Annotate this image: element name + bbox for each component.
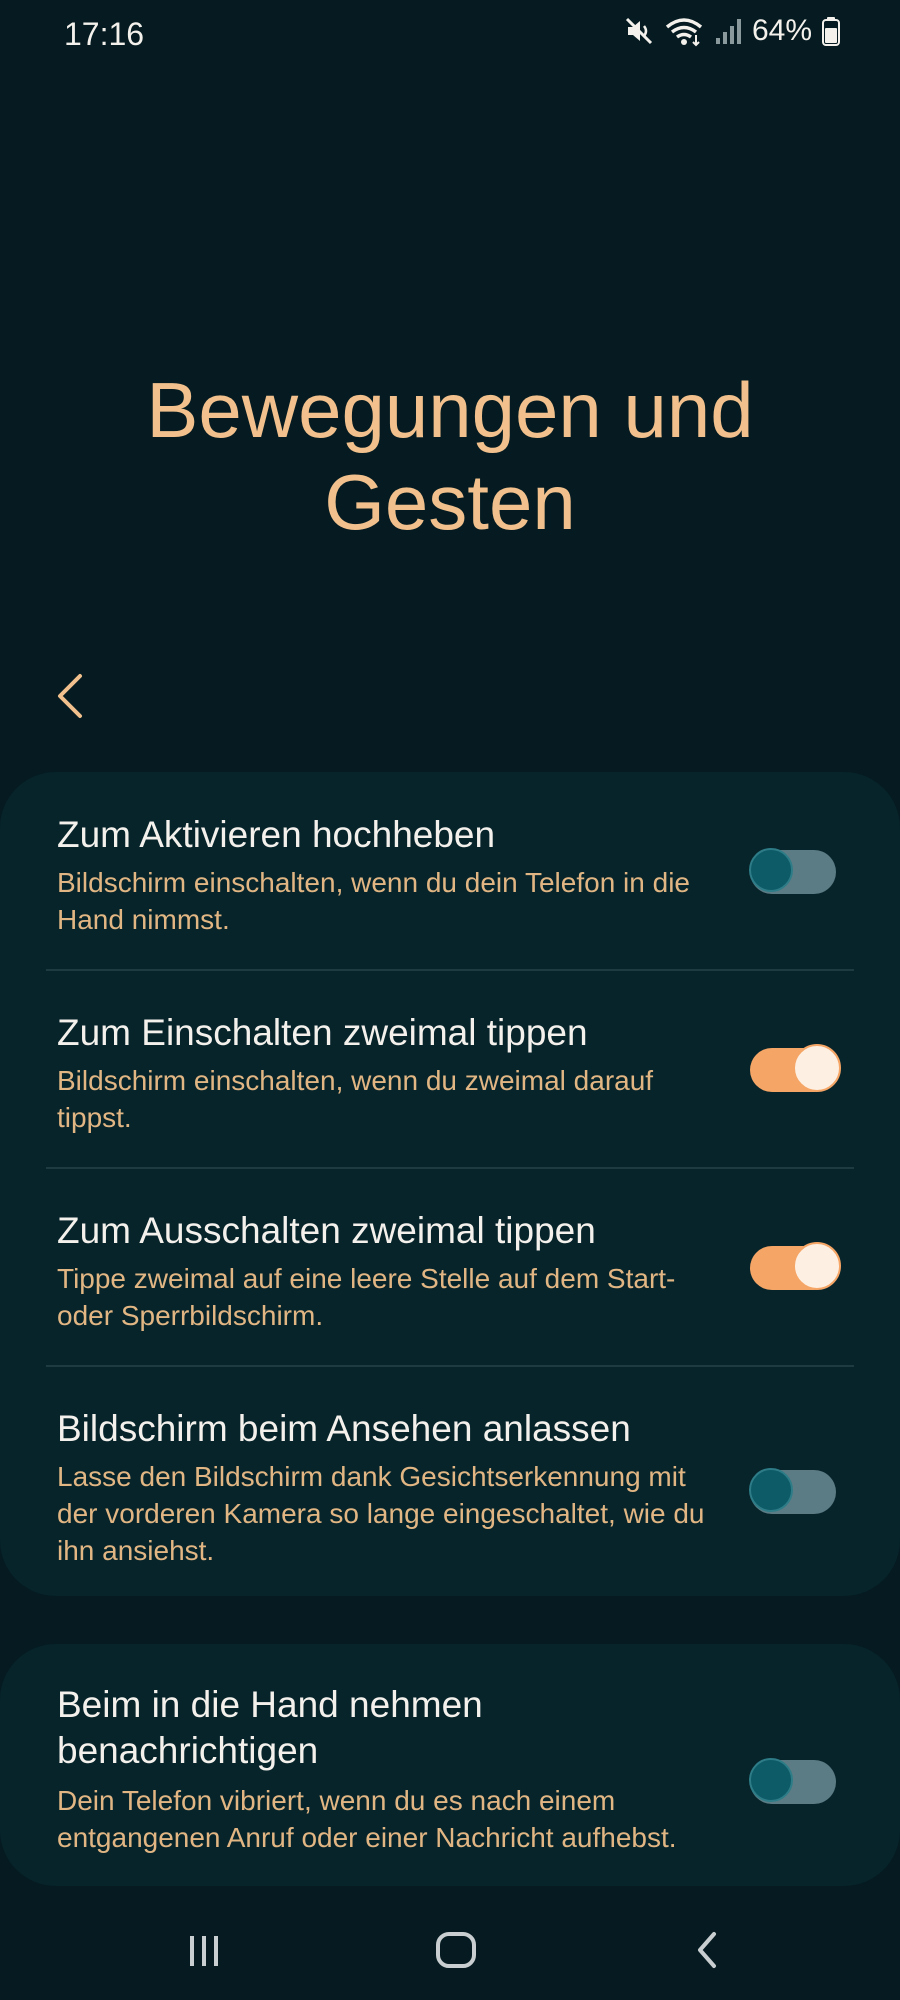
- recent-apps-icon: [190, 1936, 218, 1966]
- setting-description: Dein Telefon vibriert, wenn du es nach e…: [57, 1785, 677, 1853]
- back-nav-button[interactable]: [678, 1920, 738, 1980]
- setting-title: Beim in die Hand nehmen benachrichtigen: [57, 1684, 483, 1771]
- toggle-switch[interactable]: [749, 1468, 836, 1514]
- setting-title: Bildschirm beim Ansehen anlassen: [57, 1408, 631, 1449]
- mute-icon: [624, 16, 654, 46]
- setting-row-double-tap-on[interactable]: Zum Einschalten zweimal tippen Bildschir…: [0, 970, 900, 1168]
- settings-card-2: Beim in die Hand nehmen benachrichtigen …: [0, 1644, 900, 1886]
- recent-apps-button[interactable]: [174, 1920, 234, 1980]
- setting-row-pickup-alert[interactable]: Beim in die Hand nehmen benachrichtigen …: [0, 1644, 900, 1886]
- wifi-icon: [664, 15, 704, 47]
- status-icons: 64%: [624, 14, 840, 48]
- settings-card: Zum Aktivieren hochheben Bildschirm eins…: [0, 772, 900, 1596]
- toggle-switch[interactable]: [749, 1758, 836, 1804]
- page-title: Bewegungen und Gesten: [146, 366, 754, 547]
- toggle-knob: [749, 848, 793, 892]
- toggle-knob: [749, 1468, 793, 1512]
- toggle-switch[interactable]: [750, 1242, 841, 1290]
- setting-row-lift-to-wake[interactable]: Zum Aktivieren hochheben Bildschirm eins…: [0, 772, 900, 970]
- setting-description: Tippe zweimal auf eine leere Stelle auf …: [57, 1263, 676, 1331]
- signal-icon: [714, 16, 742, 46]
- navigation-bar: [0, 1900, 900, 2000]
- battery-percentage: 64%: [751, 14, 812, 47]
- toggle-knob: [793, 1242, 841, 1290]
- setting-title: Zum Ausschalten zweimal tippen: [57, 1210, 596, 1251]
- status-time: 17:16: [64, 16, 145, 52]
- setting-description: Bildschirm einschalten, wenn du zweimal …: [57, 1065, 654, 1133]
- toggle-knob: [793, 1044, 841, 1092]
- toggle-switch[interactable]: [749, 848, 836, 894]
- home-button[interactable]: [426, 1920, 486, 1980]
- back-button[interactable]: [46, 664, 102, 728]
- toggle-switch[interactable]: [750, 1044, 841, 1092]
- setting-description: Bildschirm einschalten, wenn du dein Tel…: [57, 867, 690, 935]
- setting-title: Zum Einschalten zweimal tippen: [57, 1012, 588, 1053]
- setting-description: Lasse den Bildschirm dank Gesichtserkenn…: [57, 1461, 705, 1566]
- setting-row-double-tap-off[interactable]: Zum Ausschalten zweimal tippen Tippe zwe…: [0, 1168, 900, 1366]
- home-icon: [436, 1932, 476, 1968]
- battery-icon: [822, 16, 840, 46]
- status-bar: 17:16 64%: [0, 0, 900, 72]
- setting-title: Zum Aktivieren hochheben: [57, 814, 496, 855]
- chevron-left-icon: [58, 674, 82, 718]
- setting-row-smart-stay[interactable]: Bildschirm beim Ansehen anlassen Lasse d…: [0, 1366, 900, 1596]
- toggle-knob: [749, 1758, 793, 1802]
- back-icon: [698, 1932, 716, 1968]
